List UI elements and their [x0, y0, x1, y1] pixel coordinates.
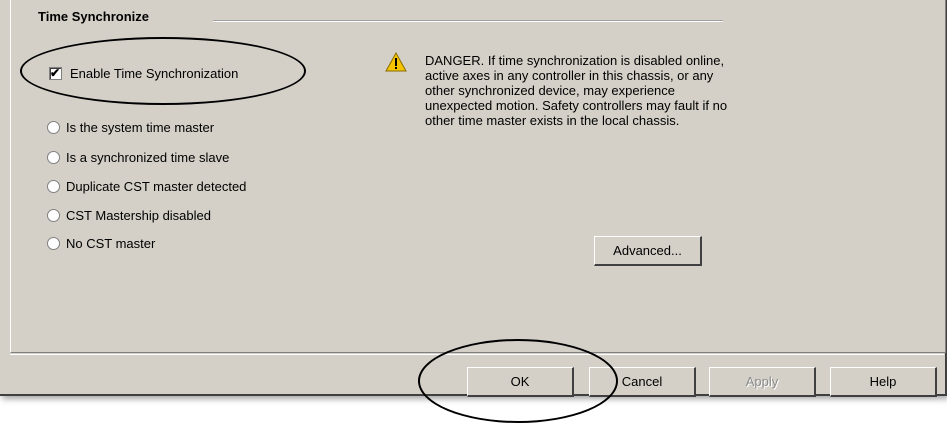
radio-circle-icon: [47, 121, 60, 134]
cancel-button[interactable]: Cancel: [589, 367, 696, 397]
danger-warning-text: DANGER. If time synchronization is disab…: [425, 53, 728, 128]
radio-system-time-master: Is the system time master: [47, 120, 214, 135]
group-title: Time Synchronize: [38, 9, 150, 24]
radio-circle-icon: [47, 209, 60, 222]
check-icon: ✔: [50, 66, 61, 80]
radio-label: Duplicate CST master detected: [66, 179, 247, 194]
apply-button: Apply: [709, 367, 816, 397]
radio-circle-icon: [47, 151, 60, 164]
advanced-button[interactable]: Advanced...: [594, 236, 702, 266]
radio-label: CST Mastership disabled: [66, 208, 211, 223]
group-divider: [213, 20, 723, 22]
radio-cst-mastership-disabled: CST Mastership disabled: [47, 208, 211, 223]
radio-no-cst-master: No CST master: [47, 236, 155, 251]
ok-button[interactable]: OK: [467, 367, 574, 397]
checkbox-box[interactable]: ✔: [49, 66, 62, 80]
panel-divider: [10, 354, 944, 355]
warning-triangle-icon: [385, 52, 407, 72]
dialog-window: Time Synchronize ✔ Enable Time Synchroni…: [0, 0, 947, 397]
radio-circle-icon: [47, 237, 60, 250]
help-button[interactable]: Help: [830, 367, 937, 397]
enable-time-sync-checkbox[interactable]: ✔ Enable Time Synchronization: [49, 66, 238, 81]
radio-synchronized-time-slave: Is a synchronized time slave: [47, 150, 229, 165]
radio-label: No CST master: [66, 236, 156, 251]
checkbox-label: Enable Time Synchronization: [70, 66, 239, 81]
radio-label: Is the system time master: [66, 120, 215, 135]
radio-circle-icon: [47, 180, 60, 193]
radio-label: Is a synchronized time slave: [66, 150, 230, 165]
radio-duplicate-cst-master: Duplicate CST master detected: [47, 179, 246, 194]
